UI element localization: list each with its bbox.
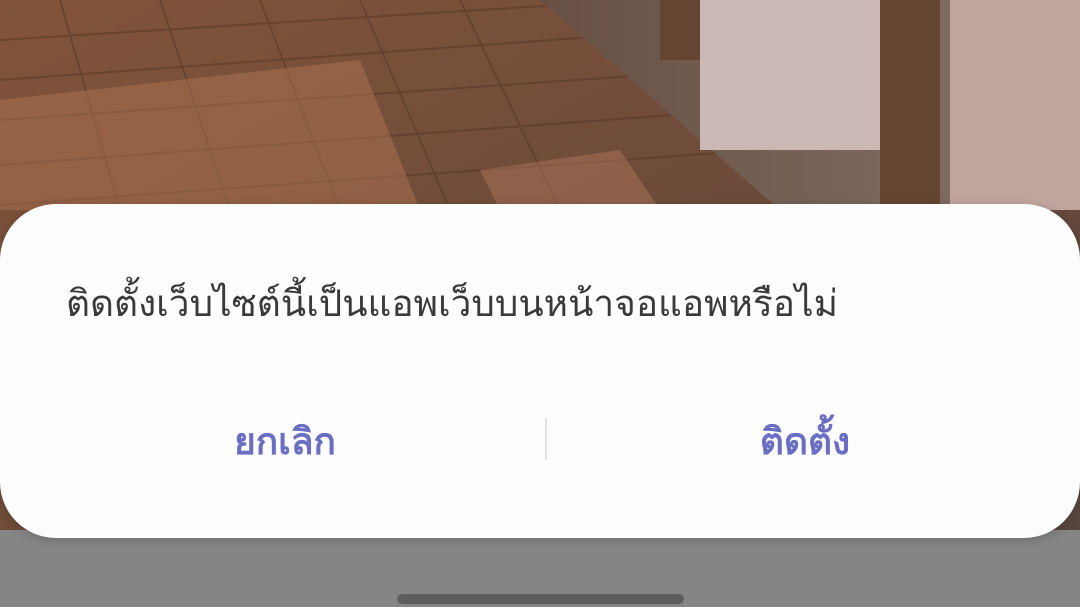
button-divider — [545, 418, 547, 460]
navigation-gesture-handle[interactable] — [397, 594, 684, 604]
install-web-app-dialog: ติดตั้งเว็บไซต์นี้เป็นแอพเว็บบนหน้าจอแอพ… — [0, 204, 1080, 538]
cancel-button[interactable]: ยกเลิก — [40, 404, 530, 480]
install-button[interactable]: ติดตั้ง — [560, 404, 1050, 480]
screen: ติดตั้งเว็บไซต์นี้เป็นแอพเว็บบนหน้าจอแอพ… — [0, 0, 1080, 607]
dialog-button-row: ยกเลิก ติดตั้ง — [0, 404, 1080, 480]
dialog-message: ติดตั้งเว็บไซต์นี้เป็นแอพเว็บบนหน้าจอแอพ… — [66, 282, 838, 325]
